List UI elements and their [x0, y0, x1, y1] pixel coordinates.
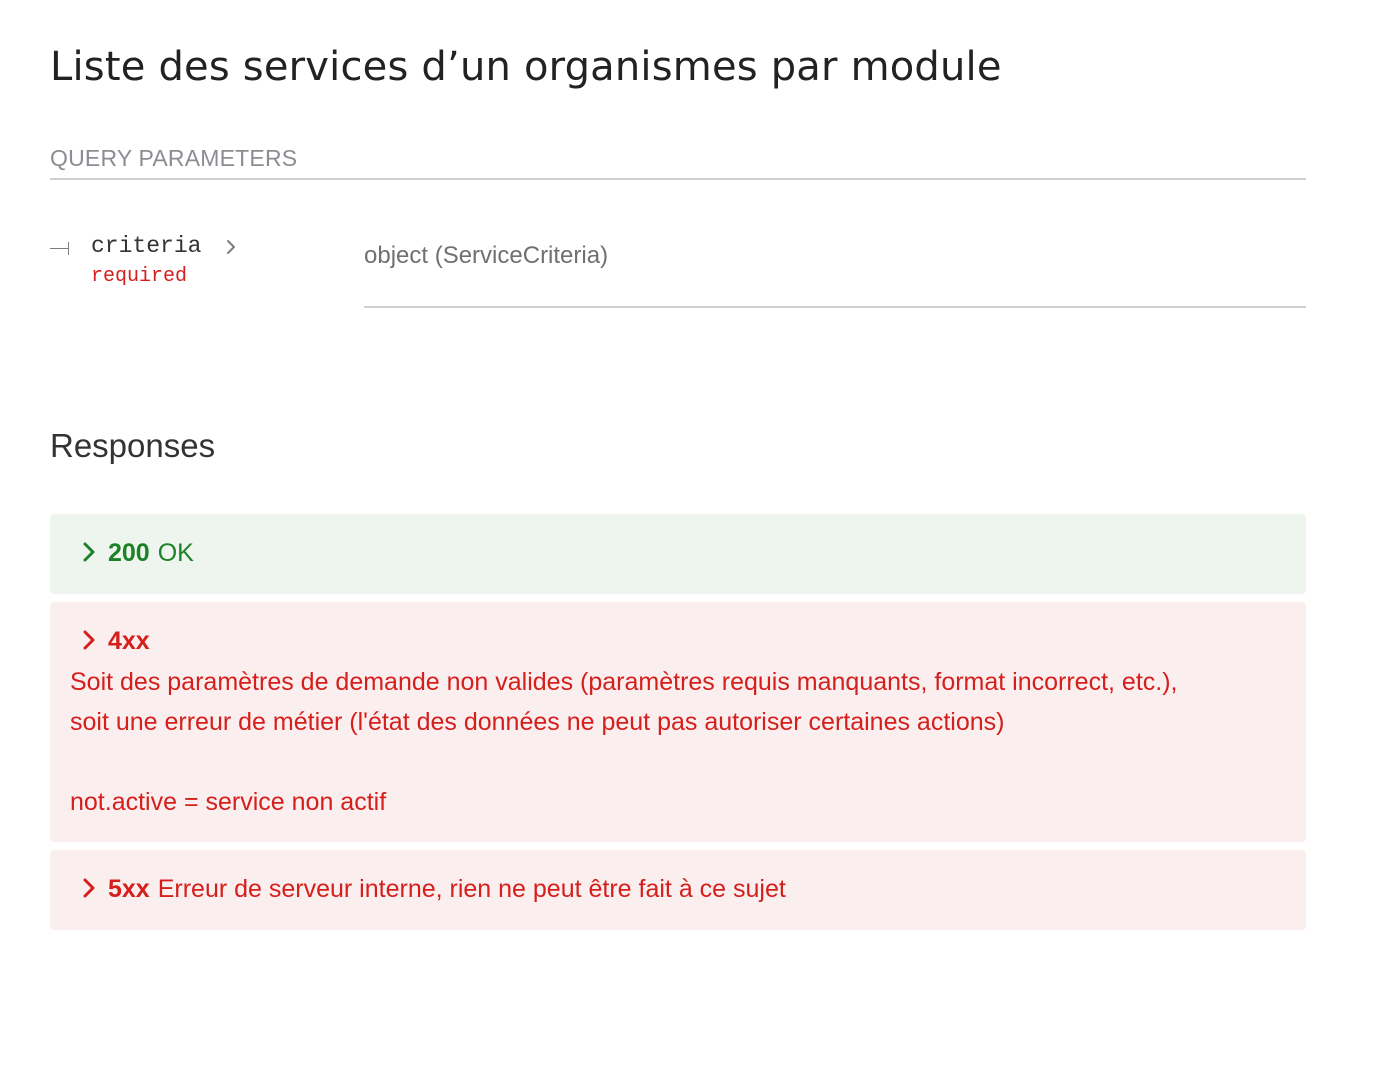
param-row-criteria: criteria required object (ServiceCriteri… [50, 222, 1306, 308]
chevron-right-icon[interactable] [82, 877, 96, 899]
response-description-line: Soit des paramètres de demande non valid… [70, 668, 1178, 696]
response-summary: Erreur de serveur interne, rien ne peut … [157, 875, 786, 903]
chevron-right-icon[interactable] [82, 541, 96, 563]
response-note: not.active = service non actif [70, 788, 387, 816]
param-type: object (ServiceCriteria) [364, 242, 609, 269]
chevron-right-icon[interactable] [82, 629, 96, 651]
param-name[interactable]: criteria [91, 232, 201, 260]
page-title: Liste des services d’un organismes par m… [50, 44, 1002, 90]
response-header[interactable]: 5xx Erreur de serveur interne, rien ne pe… [82, 872, 786, 906]
param-required-label: required [91, 265, 188, 288]
response-description-line: soit une erreur de métier (l'état des do… [70, 708, 1005, 736]
response-description: Soit des paramètres de demande non valid… [70, 662, 1280, 822]
response-5xx[interactable]: 5xx Erreur de serveur interne, rien ne pe… [50, 850, 1306, 930]
response-header[interactable]: 4xx [82, 624, 158, 658]
response-summary: OK [157, 539, 194, 567]
response-code: 4xx [108, 627, 150, 655]
response-code: 5xx [108, 875, 150, 903]
param-type-cell: object (ServiceCriteria) [364, 222, 1306, 308]
query-parameters-header: QUERY PARAMETERS [50, 142, 1306, 180]
responses-title: Responses [50, 427, 216, 464]
response-200[interactable]: 200 OK [50, 514, 1306, 594]
response-code: 200 [108, 539, 150, 567]
response-4xx[interactable]: 4xx Soit des paramètres de demande non v… [50, 602, 1306, 842]
chevron-right-icon[interactable] [224, 239, 238, 255]
response-header[interactable]: 200 OK [82, 536, 194, 570]
tree-connector-icon [50, 238, 74, 255]
